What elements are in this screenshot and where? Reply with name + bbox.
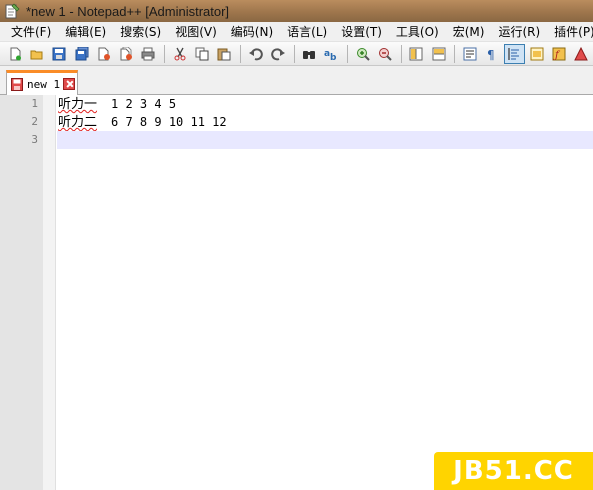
line-values: 6 7 8 9 10 11 12 bbox=[111, 115, 227, 129]
line-number: 2 bbox=[31, 115, 38, 128]
close-all-button[interactable] bbox=[115, 44, 136, 64]
line-number: 1 bbox=[31, 97, 38, 110]
save-all-button[interactable] bbox=[71, 44, 92, 64]
copy-icon bbox=[195, 47, 209, 60]
paste-icon bbox=[217, 48, 231, 60]
doc-map-button[interactable] bbox=[526, 44, 547, 64]
window-title: *new 1 - Notepad++ [Administrator] bbox=[26, 3, 230, 19]
menu-tools[interactable]: 工具(O) bbox=[389, 23, 446, 40]
tab-bar: new 1 bbox=[0, 67, 593, 95]
fold-margin[interactable] bbox=[43, 95, 56, 490]
close-all-icon bbox=[120, 46, 133, 60]
function-list-button[interactable]: ƒ bbox=[548, 44, 569, 64]
menu-bar: 文件(F) 编辑(E) 搜索(S) 视图(V) 编码(N) 语言(L) 设置(T… bbox=[0, 22, 593, 42]
watermark-logo: JB51.CC bbox=[434, 452, 593, 490]
save-icon bbox=[52, 47, 66, 60]
new-file-icon bbox=[10, 47, 21, 60]
word-wrap-button[interactable] bbox=[459, 44, 480, 64]
svg-text:¶: ¶ bbox=[487, 48, 495, 61]
doc-map-icon bbox=[530, 47, 544, 60]
save-button[interactable] bbox=[49, 44, 70, 64]
redo-button[interactable] bbox=[267, 44, 288, 64]
print-icon bbox=[141, 47, 155, 60]
macro-record-icon bbox=[574, 46, 589, 60]
undo-button[interactable] bbox=[245, 44, 266, 64]
print-button[interactable] bbox=[138, 44, 159, 64]
menu-search[interactable]: 搜索(S) bbox=[113, 23, 168, 40]
word-wrap-icon bbox=[463, 47, 477, 60]
open-file-icon bbox=[30, 50, 43, 59]
menu-plugins[interactable]: 插件(P) bbox=[547, 23, 593, 40]
toolbar-separator bbox=[400, 44, 402, 63]
line-values: 1 2 3 4 5 bbox=[111, 97, 177, 111]
title-bar: *new 1 - Notepad++ [Administrator] bbox=[0, 0, 593, 22]
sync-vertical-icon bbox=[409, 47, 423, 60]
tab-close-icon[interactable] bbox=[63, 78, 76, 90]
menu-file[interactable]: 文件(F) bbox=[4, 23, 58, 40]
cut-button[interactable] bbox=[169, 44, 190, 64]
save-all-icon bbox=[75, 46, 89, 60]
toolbar: ab ¶ ƒ bbox=[0, 42, 593, 66]
tab-new-1[interactable]: new 1 bbox=[6, 70, 78, 95]
tab-label: new 1 bbox=[27, 77, 61, 91]
code-line-text: 听力一 1 2 3 4 5 bbox=[58, 95, 176, 113]
code-line[interactable]: 听力一 1 2 3 4 5 bbox=[57, 95, 593, 113]
zoom-in-icon bbox=[356, 47, 370, 61]
find-icon bbox=[303, 50, 316, 59]
watermark-text: JB51.CC bbox=[453, 456, 574, 486]
spellcheck-word: 听力一 bbox=[58, 97, 98, 112]
toolbar-separator bbox=[239, 44, 241, 63]
toolbar-separator bbox=[454, 44, 456, 63]
macro-record-button[interactable] bbox=[571, 44, 592, 64]
close-file-icon bbox=[98, 47, 110, 60]
spellcheck-word: 听力二 bbox=[58, 115, 98, 130]
toolbar-separator bbox=[164, 44, 166, 63]
svg-text:b: b bbox=[330, 53, 337, 61]
zoom-in-button[interactable] bbox=[352, 44, 373, 64]
menu-encoding[interactable]: 编码(N) bbox=[224, 23, 280, 40]
line-number-gutter: 1 2 3 bbox=[0, 95, 43, 490]
function-list-icon: ƒ bbox=[552, 47, 566, 61]
new-file-button[interactable] bbox=[4, 44, 25, 64]
redo-icon bbox=[271, 47, 285, 60]
code-line-text: 听力二 6 7 8 9 10 11 12 bbox=[58, 113, 227, 131]
show-all-chars-icon: ¶ bbox=[487, 48, 495, 61]
code-line[interactable]: 听力二 6 7 8 9 10 11 12 bbox=[57, 113, 593, 131]
line-number: 3 bbox=[31, 133, 38, 146]
toolbar-separator bbox=[293, 44, 295, 63]
menu-view[interactable]: 视图(V) bbox=[168, 23, 224, 40]
open-file-button[interactable] bbox=[26, 44, 47, 64]
close-file-button[interactable] bbox=[93, 44, 114, 64]
zoom-out-icon bbox=[378, 47, 392, 61]
replace-icon: ab bbox=[324, 49, 337, 61]
unsaved-file-icon bbox=[11, 77, 23, 91]
menu-macro[interactable]: 宏(M) bbox=[446, 23, 492, 40]
sync-horizontal-button[interactable] bbox=[428, 44, 449, 64]
sync-vertical-button[interactable] bbox=[406, 44, 427, 64]
editor[interactable]: 1 2 3 听力一 1 2 3 4 5 听力二 6 7 8 9 10 11 12 bbox=[0, 95, 593, 490]
zoom-out-button[interactable] bbox=[374, 44, 395, 64]
show-all-chars-button[interactable]: ¶ bbox=[481, 44, 502, 64]
toolbar-separator bbox=[347, 44, 349, 63]
code-area[interactable]: 听力一 1 2 3 4 5 听力二 6 7 8 9 10 11 12 bbox=[57, 95, 593, 490]
notepad-icon bbox=[4, 3, 20, 19]
sync-horizontal-icon bbox=[432, 47, 446, 60]
menu-language[interactable]: 语言(L) bbox=[280, 23, 334, 40]
find-button[interactable] bbox=[298, 44, 319, 64]
indent-guide-icon bbox=[508, 47, 520, 60]
copy-button[interactable] bbox=[191, 44, 212, 64]
menu-settings[interactable]: 设置(T) bbox=[334, 23, 389, 40]
paste-button[interactable] bbox=[214, 44, 235, 64]
menu-edit[interactable]: 编辑(E) bbox=[58, 23, 113, 40]
menu-run[interactable]: 运行(R) bbox=[491, 23, 547, 40]
current-line[interactable] bbox=[57, 131, 593, 149]
indent-guide-button[interactable] bbox=[503, 43, 526, 64]
replace-button[interactable]: ab bbox=[321, 44, 342, 64]
cut-icon bbox=[174, 47, 186, 60]
undo-icon bbox=[248, 47, 263, 60]
